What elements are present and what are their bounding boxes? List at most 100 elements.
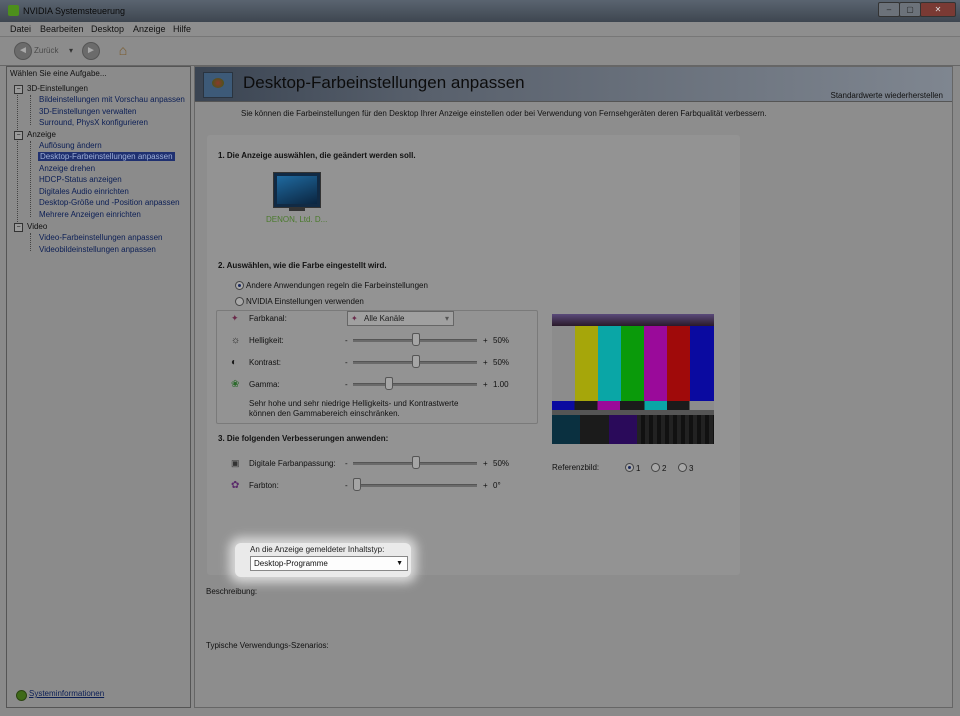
step3-heading: 3. Die folgenden Verbesserungen anwenden… <box>218 434 389 443</box>
gamma-value: 1.00 <box>493 380 509 389</box>
test-image-block <box>609 415 637 444</box>
content-type-label: An die Anzeige gemeldeter Inhaltstyp: <box>250 545 385 554</box>
dropdown-arrow-icon: ▼ <box>396 560 403 567</box>
gamma-thumb[interactable] <box>384 377 393 390</box>
gamma-label: Gamma: <box>249 380 280 389</box>
sidebar-item-video-farbe[interactable]: Video-Farbeinstellungen anpassen <box>39 233 163 242</box>
sidebar-cat-anzeige[interactable]: Anzeige <box>27 130 56 139</box>
brightness-plus: + <box>483 336 488 345</box>
sidebar-item-aufloesung[interactable]: Auflösung ändern <box>39 141 102 150</box>
reference-option-3: 3 <box>689 464 694 473</box>
vibrance-thumb[interactable] <box>412 456 420 469</box>
forward-arrow-icon[interactable]: ► <box>82 42 100 60</box>
reference-option-2: 2 <box>662 464 667 473</box>
test-image-reverse-band <box>552 401 714 410</box>
maximize-button[interactable]: ▢ <box>899 2 921 17</box>
header-divider <box>195 101 952 102</box>
menu-bearbeiten[interactable]: Bearbeiten <box>40 24 84 34</box>
description-heading: Beschreibung: <box>206 587 258 596</box>
gamma-minus: - <box>345 380 348 389</box>
reference-label: Referenzbild: <box>552 463 600 472</box>
home-icon[interactable]: ⌂ <box>114 42 132 58</box>
test-bar <box>690 326 714 401</box>
radio-other-apps-label: Andere Anwendungen regeln die Farbeinste… <box>246 281 428 290</box>
channel-select-icon: ✦ <box>351 314 358 323</box>
sidebar-item-videobild[interactable]: Videobildeinstellungen anpassen <box>39 245 156 254</box>
contrast-thumb[interactable] <box>412 355 420 368</box>
back-arrow-icon[interactable]: ◄ <box>14 42 32 60</box>
history-dropdown-icon[interactable]: ▾ <box>69 46 73 55</box>
tree-connector <box>30 141 31 217</box>
hue-slider[interactable] <box>353 484 477 487</box>
menu-hilfe[interactable]: Hilfe <box>173 24 191 34</box>
test-image-block <box>552 415 580 444</box>
collapse-3d-icon[interactable]: − <box>14 85 23 94</box>
gamma-note: Sehr hohe und sehr niedrige Helligkeits-… <box>249 399 459 418</box>
contrast-minus: - <box>345 358 348 367</box>
window-title: NVIDIA Systemsteuerung <box>23 6 126 16</box>
step1-heading: 1. Die Anzeige auswählen, die geändert w… <box>218 151 416 160</box>
hue-label: Farbton: <box>249 481 279 490</box>
sidebar-item-3d-verwalten[interactable]: 3D-Einstellungen verwalten <box>39 107 136 116</box>
menu-datei[interactable]: Datei <box>10 24 31 34</box>
sidebar-item-hdcp[interactable]: HDCP-Status anzeigen <box>39 175 122 184</box>
tree-connector <box>30 233 31 251</box>
content-type-dropdown[interactable]: Desktop-Programme ▼ <box>250 556 408 571</box>
sidebar-item-desktop-farbe[interactable]: Desktop-Farbeinstellungen anpassen <box>38 152 175 161</box>
contrast-value: 50% <box>493 358 510 367</box>
sidebar-title: Wählen Sie eine Aufgabe... <box>10 69 107 78</box>
system-info-link[interactable]: Systeminformationen <box>29 689 104 698</box>
sidebar-cat-3d[interactable]: 3D-Einstellungen <box>27 84 88 93</box>
test-bar <box>598 326 621 401</box>
close-button[interactable]: ✕ <box>920 2 956 17</box>
menu-desktop[interactable]: Desktop <box>91 24 124 34</box>
gamma-slider[interactable] <box>353 383 477 386</box>
monitor-stand <box>289 207 305 211</box>
tree-connector <box>30 95 31 125</box>
hue-thumb[interactable] <box>353 478 361 491</box>
monitor-label[interactable]: DENON, Ltd. D... <box>266 215 327 224</box>
main-panel: Desktop-Farbeinstellungen anpassen Stand… <box>194 66 953 708</box>
step2-heading: 2. Auswählen, wie die Farbe eingestellt … <box>218 261 387 270</box>
brightness-thumb[interactable] <box>412 333 420 346</box>
sidebar-item-mehrere[interactable]: Mehrere Anzeigen einrichten <box>39 210 141 219</box>
content-type-value: Desktop-Programme <box>254 559 328 568</box>
sidebar-item-surround[interactable]: Surround, PhysX konfigurieren <box>39 118 148 127</box>
sidebar-item-groesse[interactable]: Desktop-Größe und -Position anpassen <box>39 198 180 207</box>
chevron-down-icon: ▾ <box>444 314 449 323</box>
hue-minus: - <box>345 481 348 490</box>
channel-select[interactable]: ✦ Alle Kanäle ▾ <box>347 311 454 326</box>
minimize-button[interactable]: – <box>878 2 900 17</box>
test-bar <box>644 326 667 401</box>
display-color-icon <box>203 72 233 98</box>
radio-other-apps[interactable] <box>235 281 244 290</box>
sidebar-cat-video[interactable]: Video <box>27 222 47 231</box>
page-description: Sie können die Farbeinstellungen für den… <box>241 109 767 118</box>
vibrance-minus: - <box>345 459 348 468</box>
test-image-top-band <box>552 314 714 326</box>
test-bar <box>621 326 644 401</box>
reference-radio-2[interactable] <box>651 463 660 472</box>
back-button-label[interactable]: Zurück <box>34 46 58 55</box>
hue-plus: + <box>483 481 488 490</box>
digital-vibrance-icon: ▣ <box>231 458 240 468</box>
app-window: NVIDIA Systemsteuerung – ▢ ✕ Datei Bearb… <box>0 0 960 716</box>
reference-radio-1[interactable] <box>625 463 634 472</box>
radio-nvidia[interactable] <box>235 297 244 306</box>
hue-icon: ✿ <box>231 480 240 491</box>
sidebar-item-anzeige-drehen[interactable]: Anzeige drehen <box>39 164 95 173</box>
restore-defaults-link[interactable]: Standardwerte wiederherstellen <box>830 91 943 100</box>
info-icon <box>16 690 27 701</box>
reference-test-image <box>552 314 714 444</box>
reference-radio-3[interactable] <box>678 463 687 472</box>
contrast-plus: + <box>483 358 488 367</box>
vibrance-value: 50% <box>493 459 510 468</box>
collapse-anzeige-icon[interactable]: − <box>14 131 23 140</box>
tree-connector <box>17 93 18 228</box>
sidebar-item-bildeinstellungen[interactable]: Bildeinstellungen mit Vorschau anpassen <box>39 95 185 104</box>
menu-anzeige[interactable]: Anzeige <box>133 24 166 34</box>
sidebar-item-audio[interactable]: Digitales Audio einrichten <box>39 187 129 196</box>
collapse-video-icon[interactable]: − <box>14 223 23 232</box>
monitor-icon[interactable] <box>273 172 321 212</box>
contrast-icon: ◐ <box>231 357 238 368</box>
